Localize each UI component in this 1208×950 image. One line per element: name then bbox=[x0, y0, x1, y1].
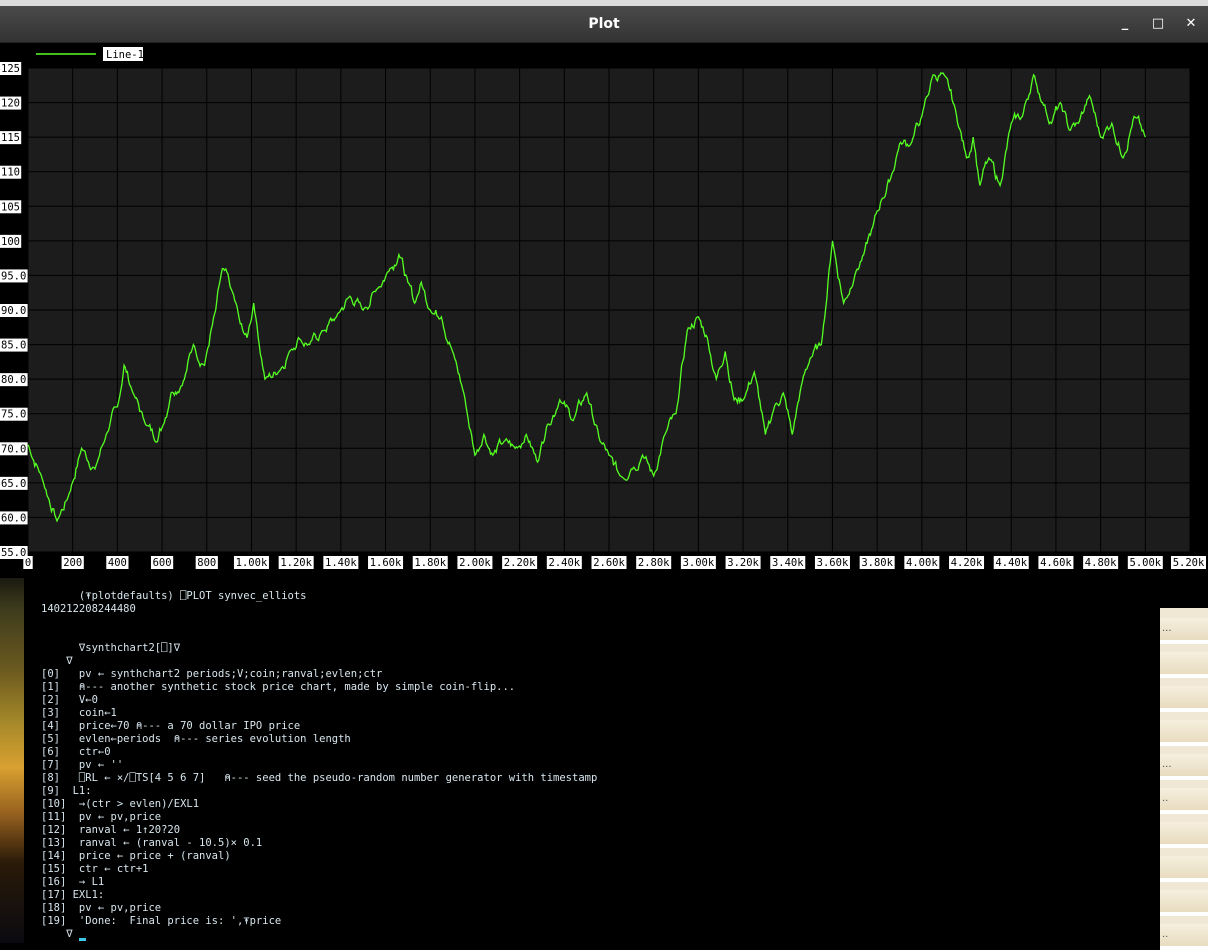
side-panel-item[interactable] bbox=[1160, 686, 1208, 712]
x-tick-label: 4.80k bbox=[1085, 557, 1117, 569]
x-tick-label: 3.40k bbox=[772, 557, 804, 569]
side-panel-item[interactable]: .. bbox=[1160, 788, 1208, 814]
x-tick-label: 1.80k bbox=[414, 557, 446, 569]
side-panel-item[interactable] bbox=[1160, 652, 1208, 678]
terminal-line: [13] ranval ← (ranval - 10.5)× 0.1 bbox=[41, 837, 263, 849]
terminal-line: [8] ⎕RL ← ×/⎕TS[4 5 6 7] ⍝--- seed the p… bbox=[41, 772, 598, 784]
terminal-line: [11] pv ← pv,price bbox=[41, 811, 162, 823]
plot-window: 0 200 400 600 800 1.00k 1.20k 1.40k 1.60k 1.80k 2.… bbox=[0, 43, 1208, 578]
x-tick-label: 5.20k bbox=[1173, 557, 1205, 569]
x-tick-label: 5.00k bbox=[1130, 557, 1162, 569]
x-tick-label: 2.20k bbox=[504, 557, 536, 569]
x-tick-label: 2.60k bbox=[593, 557, 625, 569]
x-tick-label: 3.80k bbox=[861, 557, 893, 569]
terminal-line: ∇ bbox=[41, 928, 73, 940]
terminal-line: [10] →(ctr > evlen)/EXL1 bbox=[41, 798, 200, 810]
side-panel-top bbox=[1160, 578, 1208, 608]
terminal-line: [0] pv ← synthchart2 periods;V;coin;ranv… bbox=[41, 668, 383, 680]
y-tick-label: 90.0 bbox=[1, 305, 26, 317]
x-tick-label: 800 bbox=[197, 557, 216, 569]
terminal-cursor bbox=[79, 938, 86, 941]
legend-label: Line-1 bbox=[106, 49, 144, 61]
x-tick-label: 1.40k bbox=[325, 557, 357, 569]
y-tick-label: 95.0 bbox=[1, 270, 26, 282]
side-panel-item[interactable]: ... bbox=[1160, 618, 1208, 644]
side-panel-item[interactable]: ... bbox=[1160, 754, 1208, 780]
terminal-line: [4] price←70 ⍝--- a 70 dollar IPO price bbox=[41, 720, 301, 732]
x-tick-label: 1.20k bbox=[280, 557, 312, 569]
side-panel-item[interactable] bbox=[1160, 856, 1208, 882]
terminal-line: 140212208244480 bbox=[41, 603, 136, 615]
close-icon[interactable]: ✕ bbox=[1180, 13, 1202, 35]
y-tick-label: 75.0 bbox=[1, 409, 26, 421]
y-tick-label: 55.0 bbox=[1, 547, 26, 559]
terminal-line: ∇synthchart2[⎕]∇ bbox=[41, 642, 181, 654]
x-tick-label: 2.00k bbox=[459, 557, 491, 569]
terminal-line: [1] ⍝--- another synthetic stock price c… bbox=[41, 681, 516, 693]
window-titlebar[interactable]: Plot _ □ ✕ bbox=[0, 6, 1208, 43]
x-tick-label: 3.60k bbox=[817, 557, 849, 569]
x-tick-label: 3.20k bbox=[727, 557, 759, 569]
x-tick-label: 4.00k bbox=[906, 557, 938, 569]
terminal-line: [2] V←0 bbox=[41, 694, 98, 706]
side-panel-item[interactable] bbox=[1160, 720, 1208, 746]
x-tick-label: 4.40k bbox=[995, 557, 1027, 569]
x-tick-label: 3.00k bbox=[683, 557, 715, 569]
terminal-line: (⍕plotdefaults) ⎕PLOT synvec_elliots bbox=[41, 590, 307, 602]
x-tick-label: 400 bbox=[108, 557, 127, 569]
terminal-line: [3] coin←1 bbox=[41, 707, 117, 719]
window-title: Plot bbox=[588, 16, 620, 32]
terminal-output[interactable]: (⍕plotdefaults) ⎕PLOT synvec_elliots 1402… bbox=[24, 578, 1160, 943]
side-panel-item[interactable] bbox=[1160, 822, 1208, 848]
terminal-line: [19] 'Done: Final price is: ',⍕price bbox=[41, 915, 282, 927]
x-tick-label: 1.60k bbox=[370, 557, 402, 569]
x-tick-label: 2.40k bbox=[549, 557, 581, 569]
terminal-line: [17] EXL1: bbox=[41, 889, 105, 901]
terminal-line: [18] pv ← pv,price bbox=[41, 902, 162, 914]
terminal-line: [5] evlen←periods ⍝--- series evolution … bbox=[41, 733, 351, 745]
terminal-line: [14] price ← price + (ranval) bbox=[41, 850, 231, 862]
desktop-background-photo bbox=[0, 578, 24, 943]
minimize-icon[interactable]: _ bbox=[1114, 13, 1136, 35]
y-tick-label: 85.0 bbox=[1, 340, 26, 352]
terminal-line: ∇ bbox=[41, 655, 73, 667]
y-tick-label: 120 bbox=[1, 98, 20, 110]
y-tick-label: 60.0 bbox=[1, 512, 26, 524]
x-tick-label: 4.20k bbox=[951, 557, 983, 569]
y-tick-label: 125 bbox=[1, 63, 20, 75]
maximize-icon[interactable]: □ bbox=[1147, 13, 1169, 35]
x-tick-label: 600 bbox=[153, 557, 172, 569]
x-tick-label: 200 bbox=[63, 557, 82, 569]
terminal-line: [7] pv ← '' bbox=[41, 759, 124, 771]
y-tick-label: 100 bbox=[1, 236, 20, 248]
side-panel-item[interactable]: .. bbox=[1160, 924, 1208, 950]
terminal-line: [9] L1: bbox=[41, 785, 92, 797]
x-tick-label: 4.60k bbox=[1040, 557, 1072, 569]
y-tick-label: 115 bbox=[1, 132, 20, 144]
terminal-line: [15] ctr ← ctr+1 bbox=[41, 863, 149, 875]
y-tick-label: 70.0 bbox=[1, 443, 26, 455]
side-panel: .......... bbox=[1160, 578, 1208, 950]
y-tick-label: 80.0 bbox=[1, 374, 26, 386]
terminal-line: [12] ranval ← 1↑20?20 bbox=[41, 824, 181, 836]
x-tick-label: 1.00k bbox=[236, 557, 268, 569]
y-tick-label: 110 bbox=[1, 167, 20, 179]
terminal-line: [16] → L1 bbox=[41, 876, 105, 888]
line-chart: 0 200 400 600 800 1.00k 1.20k 1.40k 1.60k 1.80k 2.… bbox=[0, 47, 1206, 569]
x-tick-label: 2.80k bbox=[638, 557, 670, 569]
y-tick-label: 65.0 bbox=[1, 478, 26, 490]
terminal-line: [6] ctr←0 bbox=[41, 746, 111, 758]
legend: Line-1 bbox=[36, 47, 144, 61]
side-panel-item[interactable] bbox=[1160, 890, 1208, 916]
y-tick-label: 105 bbox=[1, 201, 20, 213]
